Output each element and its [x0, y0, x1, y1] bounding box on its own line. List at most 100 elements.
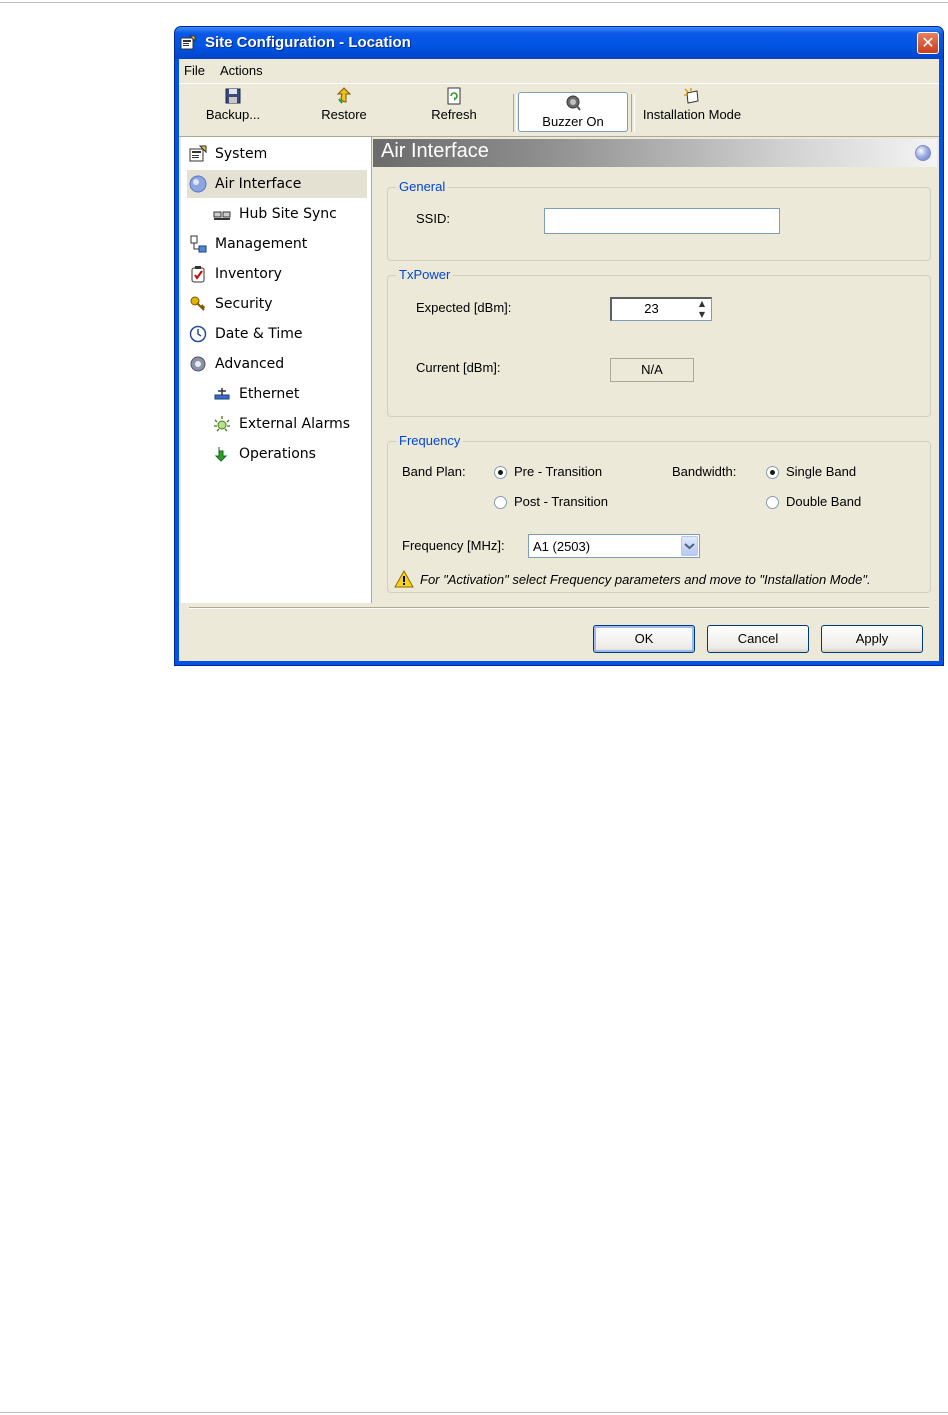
- security-key-icon: [190, 296, 206, 311]
- nav-label: Hub Site Sync: [239, 206, 337, 222]
- window-app-icon: [180, 35, 196, 50]
- navigation-tree: System Air Interface Hub Site Sync Manag…: [181, 137, 372, 603]
- page-top-rule: [0, 2, 948, 3]
- current-dbm-label: Current [dBm]:: [416, 360, 501, 375]
- page-bottom-rule: [0, 1412, 948, 1413]
- post-transition-label[interactable]: Post - Transition: [514, 494, 608, 509]
- nav-item-date-time[interactable]: Date & Time: [189, 320, 303, 348]
- double-band-radio[interactable]: [766, 496, 779, 509]
- frequency-mhz-label: Frequency [MHz]:: [402, 538, 505, 553]
- txpower-group: TxPower Expected [dBm]: 23 ▲ ▼ Current […: [387, 267, 931, 417]
- nav-item-system[interactable]: System: [181, 140, 367, 168]
- warning-icon: [394, 570, 414, 588]
- refresh-label: Refresh: [431, 107, 477, 122]
- alarm-icon: [214, 416, 230, 432]
- floppy-disk-icon: [225, 88, 241, 104]
- site-configuration-window: Site Configuration - Location ✕ File Act…: [174, 26, 944, 666]
- nav-item-ethernet[interactable]: Ethernet: [213, 380, 299, 408]
- installation-mode-icon: [684, 88, 699, 104]
- nav-item-external-alarms[interactable]: External Alarms: [213, 410, 350, 438]
- nav-label: Ethernet: [239, 386, 300, 402]
- refresh-icon: [447, 87, 461, 105]
- management-icon: [190, 235, 207, 253]
- close-button[interactable]: ✕: [917, 32, 939, 54]
- restore-arrow-icon: [336, 87, 352, 104]
- txpower-group-label: TxPower: [396, 267, 454, 282]
- title-bar[interactable]: Site Configuration - Location ✕: [175, 27, 943, 59]
- nav-item-air-interface[interactable]: Air Interface: [187, 170, 367, 198]
- frequency-select-value: A1 (2503): [533, 539, 591, 554]
- nav-item-advanced[interactable]: Advanced: [189, 350, 284, 378]
- menu-file[interactable]: File: [184, 63, 205, 78]
- nav-label: Management: [215, 236, 308, 252]
- backup-button[interactable]: Backup...: [197, 84, 269, 134]
- buzzer-on-label: Buzzer On: [542, 114, 604, 129]
- spinner-arrows[interactable]: ▲ ▼: [693, 299, 711, 320]
- backup-label: Backup...: [205, 107, 261, 122]
- operations-arrow-icon: [214, 447, 228, 462]
- system-icon: [189, 145, 207, 162]
- toolbar-separator: [631, 94, 635, 132]
- double-band-label[interactable]: Double Band: [786, 494, 861, 509]
- nav-item-security[interactable]: Security: [189, 290, 273, 318]
- nav-label: Inventory: [215, 266, 282, 282]
- nav-label: Advanced: [215, 356, 285, 372]
- nav-item-inventory[interactable]: Inventory: [189, 260, 282, 288]
- dropdown-button[interactable]: [681, 536, 698, 556]
- chevron-down-icon: [684, 543, 695, 550]
- nav-label: Operations: [239, 446, 316, 462]
- band-plan-label: Band Plan:: [402, 464, 466, 479]
- toolbar-separator: [513, 94, 517, 132]
- single-band-label[interactable]: Single Band: [786, 464, 856, 479]
- refresh-button[interactable]: Refresh: [419, 84, 489, 134]
- footer-divider: [189, 607, 929, 609]
- frequency-select[interactable]: A1 (2503): [528, 534, 700, 558]
- inventory-icon: [191, 266, 205, 283]
- air-interface-icon: [189, 175, 207, 193]
- clock-icon: [189, 325, 207, 343]
- nav-label: Security: [215, 296, 273, 312]
- cancel-button[interactable]: Cancel: [707, 625, 809, 653]
- nav-label: System: [215, 146, 268, 162]
- general-group-label: General: [396, 179, 449, 194]
- activation-warning: For "Activation" select Frequency parame…: [420, 572, 871, 587]
- general-group: General SSID:: [387, 179, 931, 261]
- pre-transition-radio[interactable]: [494, 466, 507, 479]
- ethernet-icon: [214, 388, 230, 400]
- menu-bar: File Actions: [179, 59, 939, 81]
- nav-item-operations[interactable]: Operations: [213, 440, 316, 468]
- pre-transition-label[interactable]: Pre - Transition: [514, 464, 602, 479]
- air-interface-panel: Air Interface General SSID: TxPower Expe…: [373, 139, 939, 605]
- installation-mode-label: Installation Mode: [642, 107, 742, 122]
- expected-dbm-label: Expected [dBm]:: [416, 300, 512, 315]
- spin-up-icon[interactable]: ▲: [693, 299, 711, 310]
- bandwidth-label: Bandwidth:: [672, 464, 737, 479]
- toolbar: Backup... Restore Refresh Buzzer On Inst…: [179, 83, 939, 137]
- ok-button[interactable]: OK: [593, 625, 695, 653]
- apply-button[interactable]: Apply: [821, 625, 923, 653]
- ssid-input[interactable]: [544, 208, 780, 234]
- nav-label: Air Interface: [215, 176, 302, 192]
- post-transition-radio[interactable]: [494, 496, 507, 509]
- gear-icon: [190, 356, 206, 372]
- nav-item-hub-site-sync[interactable]: Hub Site Sync: [213, 200, 337, 228]
- expected-dbm-value: 23: [644, 301, 659, 316]
- installation-mode-button[interactable]: Installation Mode: [637, 84, 747, 134]
- nav-label: Date & Time: [215, 326, 303, 342]
- restore-label: Restore: [321, 107, 367, 122]
- spin-down-icon[interactable]: ▼: [693, 310, 711, 321]
- buzzer-on-button[interactable]: Buzzer On: [518, 92, 628, 132]
- single-band-radio[interactable]: [766, 466, 779, 479]
- restore-button[interactable]: Restore: [309, 84, 379, 134]
- buzzer-icon: [566, 95, 581, 111]
- nav-item-management[interactable]: Management: [189, 230, 307, 258]
- close-icon: ✕: [921, 33, 935, 52]
- window-title: Site Configuration - Location: [205, 34, 411, 51]
- panel-title: Air Interface: [381, 140, 489, 162]
- window-client-area: File Actions Backup... Restore Refresh B…: [179, 59, 939, 661]
- current-dbm-value: N/A: [610, 358, 694, 382]
- panel-header: Air Interface: [373, 139, 937, 167]
- frequency-group-label: Frequency: [396, 433, 464, 448]
- expected-dbm-spinner[interactable]: 23 ▲ ▼: [610, 297, 712, 321]
- menu-actions[interactable]: Actions: [220, 63, 263, 78]
